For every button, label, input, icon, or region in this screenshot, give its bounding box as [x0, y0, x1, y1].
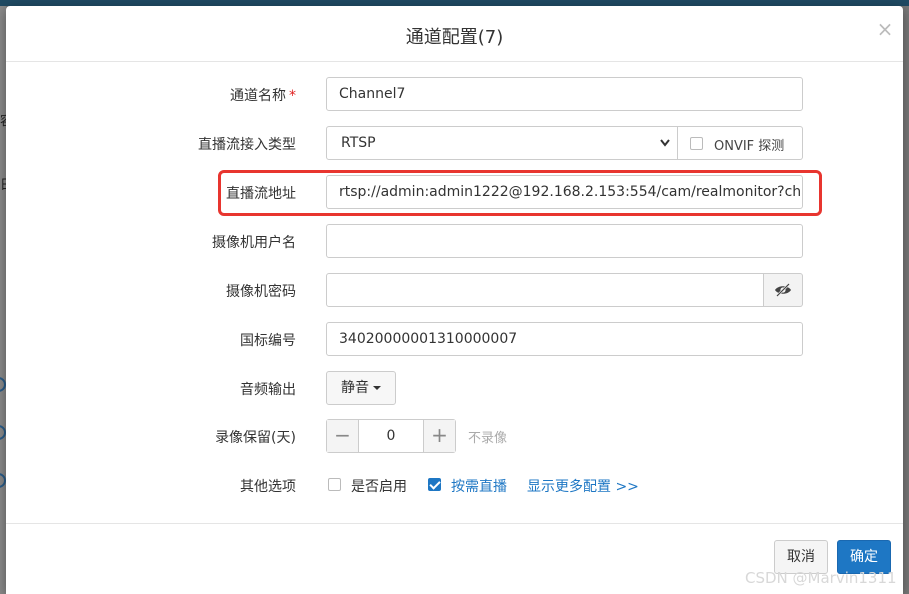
show-more-config-link[interactable]: 显示更多配置 >> [527, 476, 639, 496]
record-retention-value[interactable]: 0 [359, 420, 423, 452]
record-retention-stepper: − 0 + [326, 419, 456, 453]
chevron-down-icon [660, 139, 670, 147]
audio-output-selected: 静音 [341, 380, 369, 396]
stream-type-label: 直播流接入类型 [198, 137, 296, 153]
onvif-checkbox[interactable] [690, 137, 703, 150]
required-mark: * [289, 88, 296, 104]
channel-config-modal: 通道配置(7) × 通道名称 * Channel7 直播流接入类型 RTSP ON… [6, 6, 903, 594]
on-demand-label: 按需直播 [451, 479, 507, 495]
row-other-options: 其他选项 是否启用 按需直播 显示更多配置 >> [6, 468, 903, 502]
modal-header: 通道配置(7) × [6, 6, 903, 62]
row-camera-password: 摄像机密码 [6, 273, 903, 307]
enabled-checkbox[interactable] [328, 478, 341, 491]
row-camera-username: 摄像机用户名 [6, 224, 903, 258]
minus-button[interactable]: − [327, 420, 359, 452]
row-audio-output: 音频输出 静音 [6, 371, 903, 405]
annotation-highlight-box [218, 170, 822, 216]
enabled-label: 是否启用 [351, 479, 407, 495]
gb-id-input[interactable]: 34020000001310000007 [326, 322, 803, 356]
row-gb-id: 国标编号 34020000001310000007 [6, 322, 903, 356]
row-record-retention: 录像保留(天) − 0 + 不录像 [6, 419, 903, 453]
camera-username-label: 摄像机用户名 [212, 235, 296, 251]
stream-type-selected: RTSP [341, 135, 376, 151]
audio-output-label: 音频输出 [240, 382, 296, 398]
close-icon[interactable]: × [876, 18, 894, 40]
camera-password-input[interactable] [326, 273, 764, 307]
other-options-label: 其他选项 [240, 479, 296, 495]
row-channel-name: 通道名称 * Channel7 [6, 77, 903, 111]
camera-username-input[interactable] [326, 224, 803, 258]
stream-type-select[interactable]: RTSP [326, 126, 678, 160]
record-retention-label: 录像保留(天) [215, 430, 296, 446]
onvif-addon: ONVIF 探测 [678, 126, 803, 160]
audio-output-dropdown[interactable]: 静音 [326, 371, 396, 405]
password-toggle-button[interactable] [764, 273, 803, 307]
camera-password-label: 摄像机密码 [226, 284, 296, 300]
caret-down-icon [373, 386, 381, 390]
record-retention-hint: 不录像 [468, 431, 508, 446]
row-stream-type: 直播流接入类型 RTSP ONVIF 探测 [6, 126, 903, 160]
channel-name-label: 通道名称 * [230, 88, 296, 104]
plus-button[interactable]: + [423, 420, 455, 452]
modal-title: 通道配置(7) [405, 27, 504, 48]
gb-id-label: 国标编号 [240, 333, 296, 349]
watermark: CSDN @Marvin1311 [745, 569, 897, 587]
on-demand-checkbox[interactable] [428, 478, 441, 491]
onvif-label: ONVIF 探测 [714, 139, 785, 154]
channel-name-input[interactable]: Channel7 [326, 77, 803, 111]
eye-slash-icon [775, 283, 791, 297]
